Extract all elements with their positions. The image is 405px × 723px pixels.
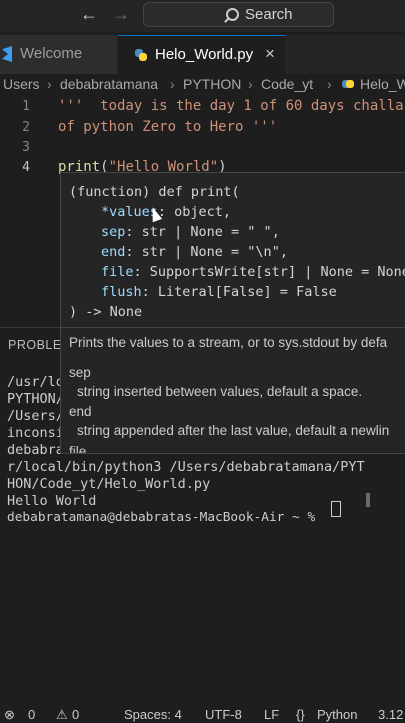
command-center-search[interactable]: Search: [143, 2, 334, 27]
close-icon[interactable]: ×: [265, 44, 275, 64]
tab-label: Helo_World.py: [155, 46, 254, 63]
arrow-right-icon[interactable]: →: [112, 4, 130, 25]
doc-param-label: end: [69, 404, 92, 419]
search-label: Search: [245, 6, 293, 23]
line-number: 2: [22, 120, 30, 135]
doc-param-label: file: [69, 444, 87, 454]
terminal-line: debabra: [7, 442, 64, 458]
terminal-line: HON/Code_yt/Helo_World.py: [7, 476, 211, 492]
line-number: 4: [22, 160, 30, 175]
terminal-prompt: debabratamana@debabratas-MacBook-Air ~ %: [7, 510, 316, 525]
hover-param: file: SupportsWrite[str] | None = None: [101, 264, 405, 280]
param-type: : str | None = " ",: [125, 224, 280, 240]
param-name: end: [101, 244, 126, 260]
signature-text: (function) def print(: [69, 184, 240, 200]
python-icon: [135, 49, 147, 61]
terminal-cursor: [331, 501, 341, 517]
search-icon: [226, 8, 239, 21]
doc-param-label: sep: [69, 365, 91, 380]
terminal-scrollbar[interactable]: [366, 493, 370, 507]
arrow-left-icon[interactable]: ←: [80, 4, 98, 25]
vscode-icon: [2, 46, 12, 62]
hover-param: end: str | None = "\n",: [101, 244, 288, 260]
chevron-right-icon: ›: [47, 76, 52, 92]
hover-returns: ) -> None: [69, 304, 143, 320]
chevron-right-icon: ›: [170, 76, 175, 92]
line-number: 1: [22, 99, 30, 114]
code-line-1: ''' today is the day 1 of 60 days challa…: [58, 98, 405, 114]
param-type: : str | None = "\n",: [125, 244, 288, 260]
param-name: sep: [101, 224, 126, 240]
param-name: file: [101, 264, 134, 280]
breadcrumb-item[interactable]: Users: [3, 76, 40, 92]
breadcrumb-item[interactable]: Helo_W: [360, 76, 405, 92]
tab-bar: Welcome Helo_World.py ×: [0, 35, 405, 74]
error-icon[interactable]: ⊗: [4, 707, 15, 723]
warning-icon[interactable]: ⚠: [56, 707, 68, 723]
terminal-line: /Users/: [7, 408, 64, 424]
title-bar: ← → Search: [0, 0, 405, 32]
param-name: flush: [101, 284, 142, 300]
terminal-line: /usr/lo: [7, 374, 64, 390]
code-line-2: of python Zero to Hero ''': [58, 119, 278, 135]
hover-signature-head: (function) def print(: [69, 184, 240, 200]
doc-param-text: string inserted between values, default …: [77, 384, 363, 399]
status-bar: ⊗ 0 ⚠ 0 Spaces: 4 UTF-8 LF {} Python 3.1…: [0, 706, 405, 723]
hover-tooltip: (function) def print( *values: object, s…: [60, 172, 405, 454]
chevron-right-icon: ›: [248, 76, 253, 92]
breadcrumb-item[interactable]: Code_yt: [261, 76, 313, 92]
breadcrumb-item[interactable]: debabratamana: [60, 76, 158, 92]
breadcrumb-item[interactable]: PYTHON: [183, 76, 241, 92]
hover-param: flush: Literal[False] = False: [101, 284, 337, 300]
terminal-line: r/local/bin/python3 /Users/debabratamana…: [7, 459, 365, 475]
line-number: 3: [22, 140, 30, 155]
hover-divider: [61, 327, 405, 328]
hover-param: sep: str | None = " ",: [101, 224, 280, 240]
terminal-line: PYTHON/: [7, 391, 64, 407]
tab-helo-world-py[interactable]: Helo_World.py ×: [118, 35, 285, 74]
terminal-output: Hello World: [7, 493, 97, 509]
param-type: : Literal[False] = False: [141, 284, 337, 300]
chevron-right-icon: ›: [327, 76, 332, 92]
hover-param: *values: object,: [101, 204, 231, 220]
terminal-line: inconsi: [7, 425, 64, 441]
breadcrumb: Users › debabratamana › PYTHON › Code_yt…: [0, 76, 405, 96]
param-type: : object,: [157, 204, 232, 220]
python-icon: [342, 80, 354, 92]
tab-welcome[interactable]: Welcome: [0, 35, 117, 74]
tab-label: Welcome: [20, 45, 83, 62]
hover-description: Prints the values to a stream, or to sys…: [69, 335, 388, 350]
doc-param-text: string appended after the last value, de…: [77, 423, 390, 438]
param-type: : SupportsWrite[str] | None = None: [133, 264, 405, 280]
